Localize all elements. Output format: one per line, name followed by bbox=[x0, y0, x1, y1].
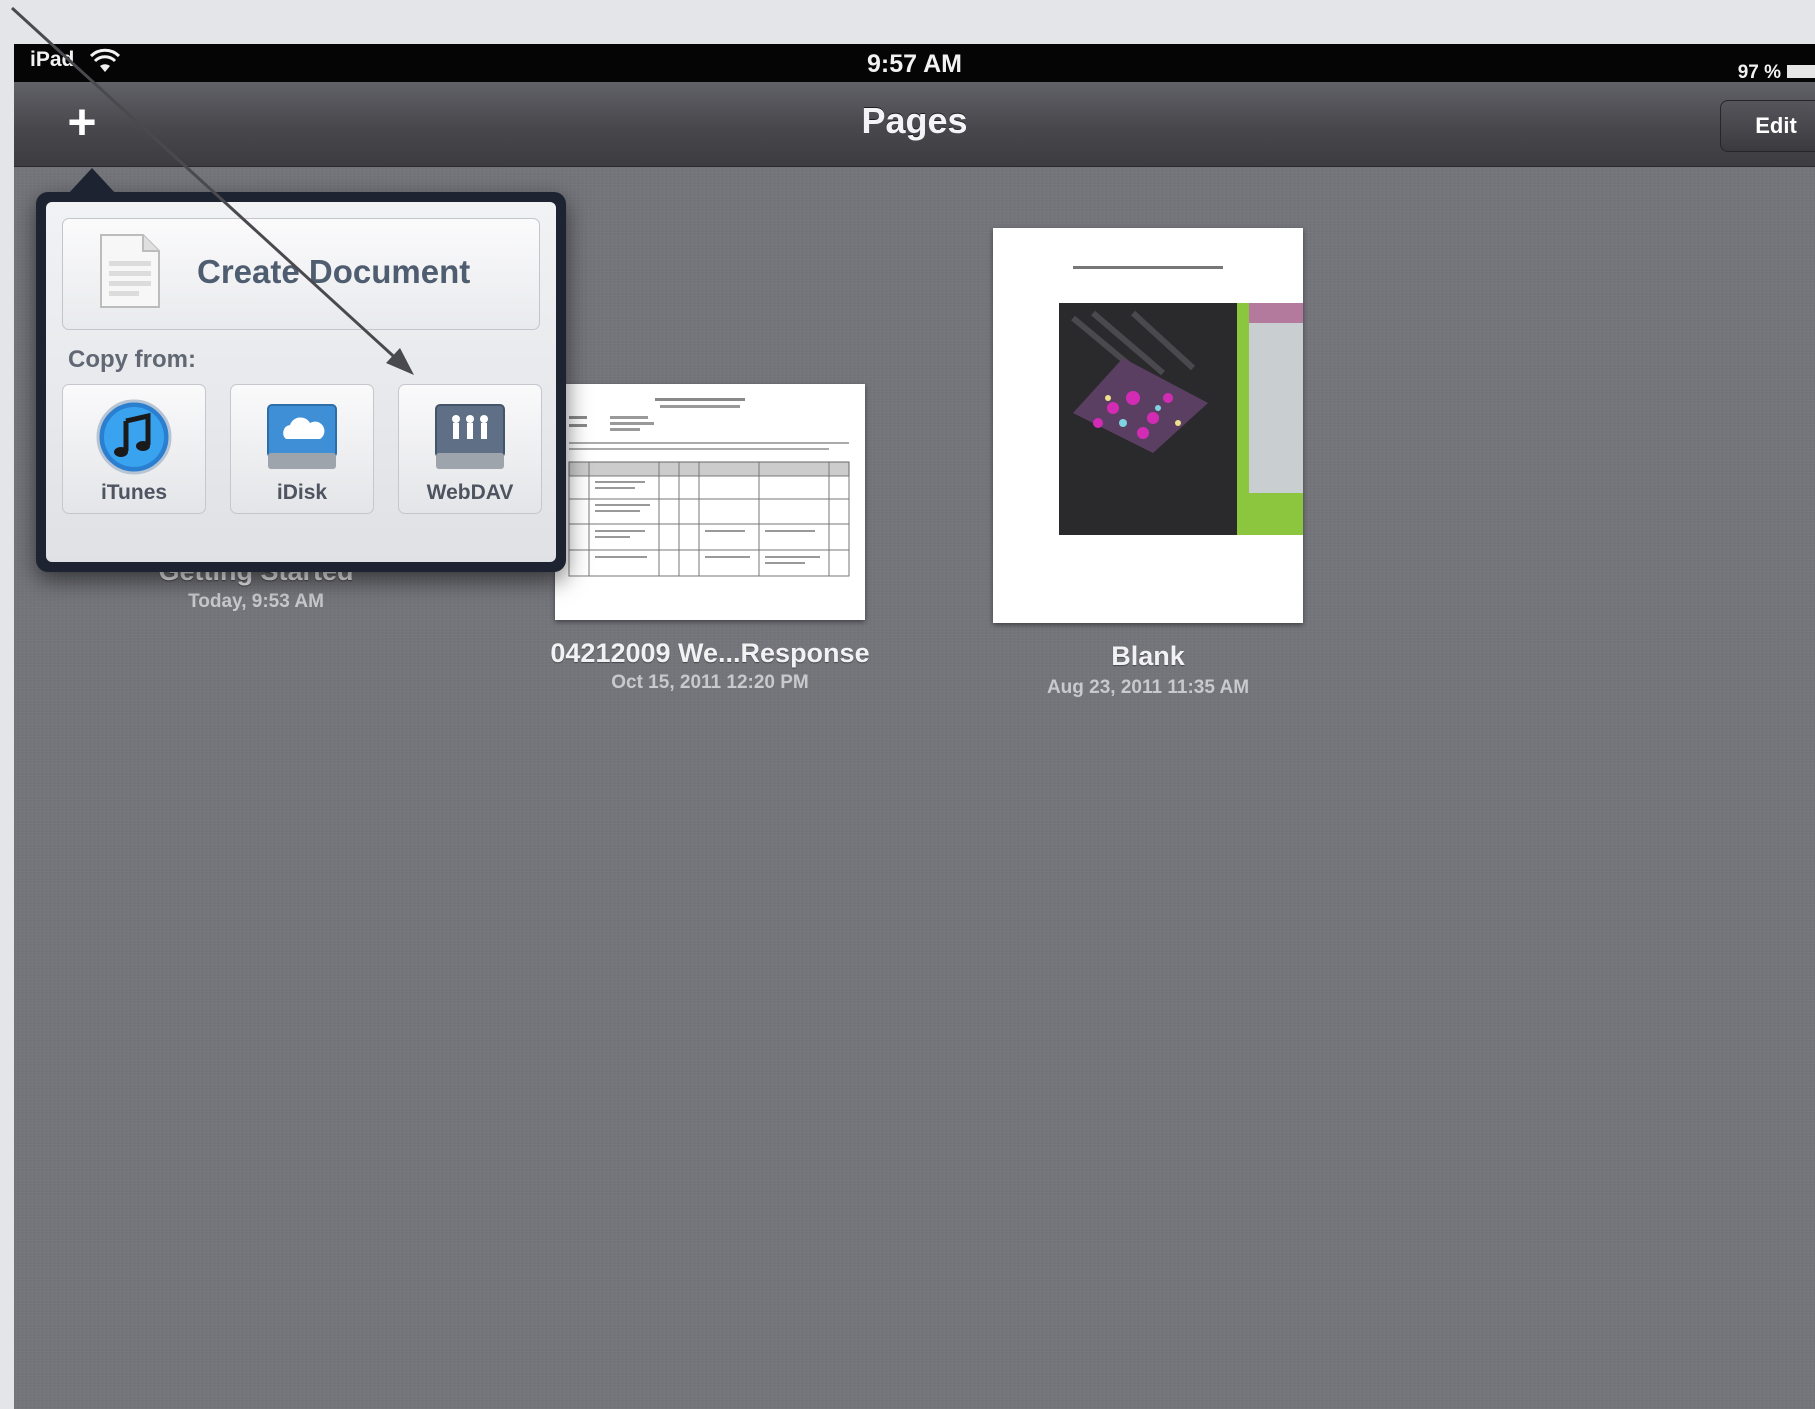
idisk-label: iDisk bbox=[276, 481, 328, 504]
idisk-icon bbox=[267, 404, 337, 469]
document-icon bbox=[100, 234, 160, 308]
idisk-button[interactable]: iDisk bbox=[230, 384, 374, 514]
status-clock: 9:57 AM bbox=[867, 50, 962, 78]
itunes-icon bbox=[96, 399, 172, 475]
create-document-label: Create Document bbox=[197, 253, 471, 290]
popover-arrow bbox=[68, 168, 116, 194]
status-bar: iPad 9:57 AM 97 % bbox=[14, 44, 1815, 83]
document-date: Oct 15, 2011 12:20 PM bbox=[611, 672, 809, 693]
document-date: Today, 9:53 AM bbox=[188, 591, 324, 612]
document-date: Aug 23, 2011 11:35 AM bbox=[1046, 677, 1250, 698]
battery-icon bbox=[1787, 65, 1815, 78]
create-document-button[interactable]: Create Document bbox=[62, 218, 540, 330]
document-thumbnail[interactable] bbox=[555, 384, 865, 620]
nav-bar: + Pages Edit bbox=[14, 82, 1815, 167]
new-document-popover: Create Document Copy from: iTunes iDisk … bbox=[36, 168, 566, 572]
battery-percent: 97 % bbox=[1737, 62, 1781, 83]
document-name: Blank bbox=[1111, 641, 1185, 671]
document-thumbnail[interactable] bbox=[993, 228, 1303, 623]
document-blank[interactable]: Blank Aug 23, 2011 11:35 AM bbox=[993, 228, 1303, 698]
page-title: Pages bbox=[861, 100, 968, 141]
webdav-icon bbox=[435, 404, 505, 469]
ipad-screen: iPad 9:57 AM 97 % + Pages Edit Getting S… bbox=[14, 44, 1815, 1409]
webdav-label: WebDAV bbox=[426, 481, 514, 504]
itunes-label: iTunes bbox=[100, 481, 168, 504]
webdav-button[interactable]: WebDAV bbox=[398, 384, 542, 514]
copy-from-label: Copy from: bbox=[68, 346, 196, 373]
document-04212009[interactable]: 04212009 We...Response Oct 15, 2011 12:2… bbox=[550, 384, 870, 693]
edit-button[interactable]: Edit bbox=[1720, 100, 1815, 152]
brochure-preview bbox=[1059, 266, 1303, 535]
document-name: 04212009 We...Response bbox=[550, 638, 870, 668]
itunes-button[interactable]: iTunes bbox=[62, 384, 206, 514]
spreadsheet-preview bbox=[568, 398, 850, 577]
popover-content: Create Document Copy from: iTunes iDisk … bbox=[46, 202, 556, 562]
